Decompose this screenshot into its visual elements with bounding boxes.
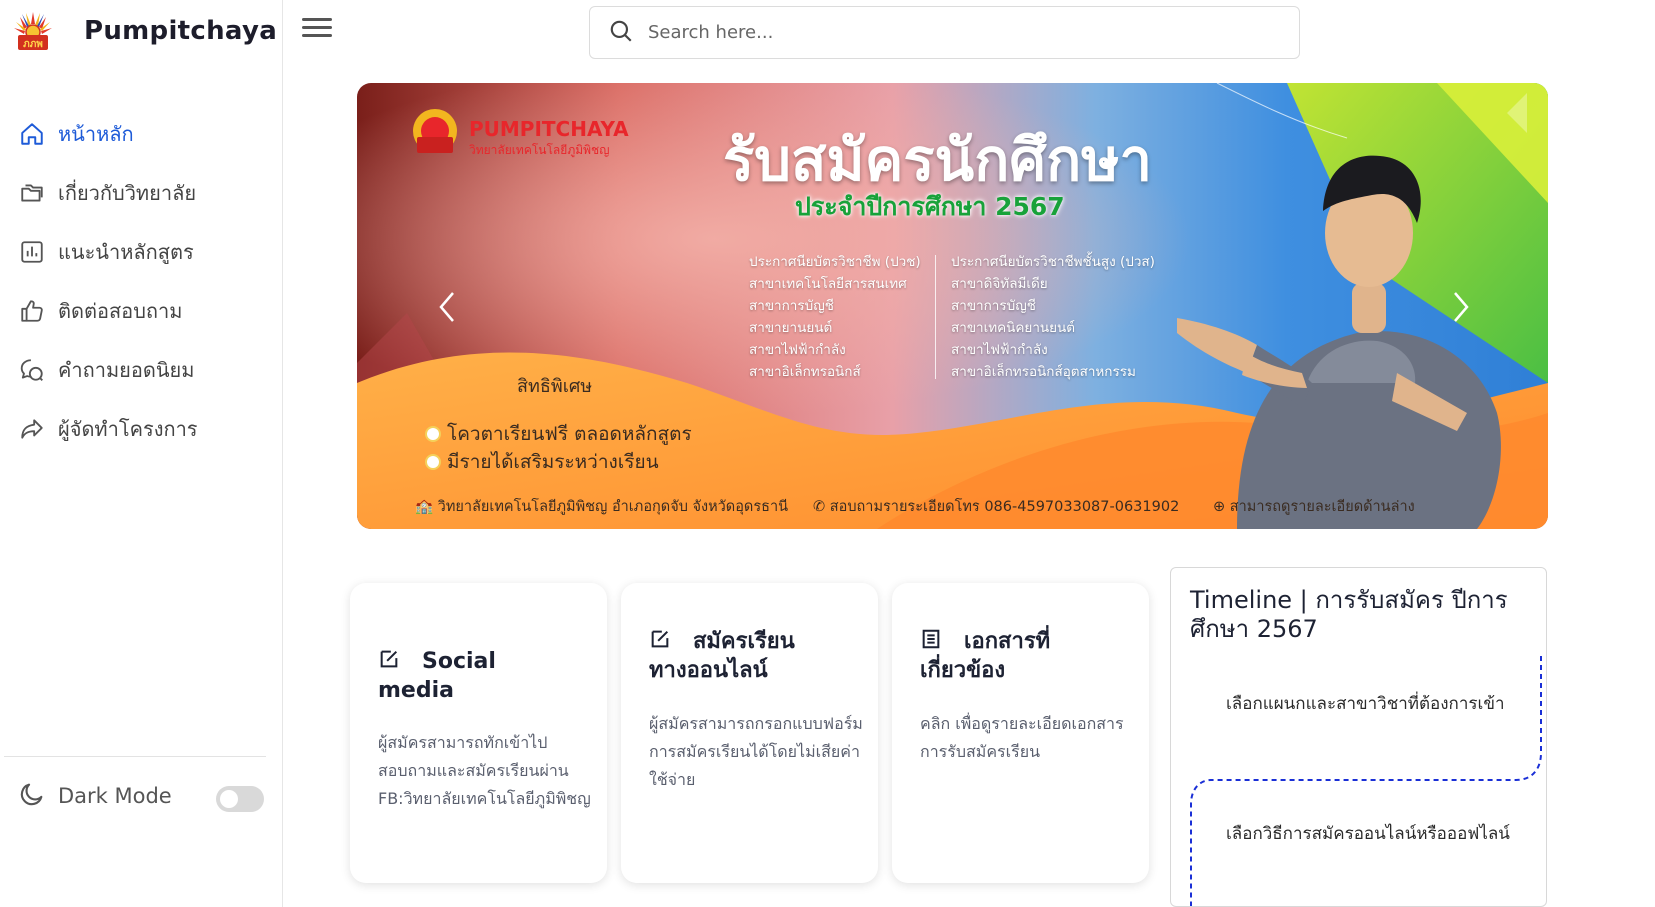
- dark-mode-toggle[interactable]: [216, 786, 264, 812]
- program-item: สาขาอิเล็กทรอนิกส์: [749, 364, 861, 380]
- sidebar-divider: [4, 756, 266, 757]
- card-title-line: Social: [422, 649, 496, 674]
- program-item: สาขาเทคนิคยานยนต์: [951, 320, 1076, 336]
- edit-icon: [380, 650, 398, 668]
- program-item: สาขาไฟฟ้ากำลัง: [749, 342, 846, 358]
- banner-subtitle: ประจำปีการศึกษา 2567: [795, 192, 1065, 221]
- card-description: ผู้สมัครสามารถทักเข้าไปสอบถามและสมัครเรี…: [378, 733, 591, 808]
- hero-banner: PUMPITCHAYA วิทยาลัยเทคโนโลยีภูมิพิชญ รั…: [357, 83, 1548, 529]
- address-text: วิทยาลัยเทคโนโลยีภูมิพิชญ อำเภอกุดจับ จั…: [437, 499, 789, 515]
- dark-mode-label: Dark Mode: [58, 784, 172, 808]
- document-icon: [922, 629, 940, 649]
- nav-item-home[interactable]: หน้าหลัก: [0, 104, 283, 163]
- hamburger-line: [302, 34, 332, 37]
- program-item: ประกาศนียบัตรวิชาชีพชั้นสูง (ปวส): [951, 254, 1155, 270]
- card-social-media[interactable]: Social media ผู้สมัครสามารถทักเข้าไปสอบถา…: [350, 583, 607, 883]
- moon-icon: [18, 780, 46, 812]
- svg-text:ภภพ: ภภพ: [23, 39, 43, 50]
- nav-item-label: ติดต่อสอบถาม: [58, 298, 183, 323]
- card-documents[interactable]: เอกสารที่เกี่ยวข้อง คลิก เพื่อดูรายละเอี…: [892, 583, 1149, 883]
- banner-more: ⊕ สามารถดูรายละเอียดด้านล่าง: [1213, 495, 1415, 518]
- bullet-icon: [427, 428, 439, 440]
- program-item: สาขาเทคโนโลยีสารสนเทศ: [749, 276, 907, 292]
- card-title: Social media: [378, 647, 496, 705]
- banner-column-divider: [935, 255, 936, 379]
- nav-item-label: หน้าหลัก: [58, 121, 134, 146]
- program-item: สาขาไฟฟ้ากำลัง: [951, 342, 1048, 358]
- globe-icon: ⊕: [1213, 499, 1230, 515]
- edit-icon: [651, 630, 669, 648]
- program-item: ประกาศนียบัตรวิชาชีพ (ปวช): [749, 254, 921, 270]
- banner-phone: ✆ สอบถามรายระเอียดโทร 086-4597033087-063…: [813, 495, 1179, 518]
- program-item: สาขาดิจิทัลมีเดีย: [951, 276, 1048, 292]
- nav-item-contact[interactable]: ติดต่อสอบถาม: [0, 281, 283, 340]
- hamburger-icon: [302, 18, 332, 21]
- nav-item-label: แนะนำหลักสูตร: [58, 239, 194, 264]
- timeline-step: เลือกแผนกและสาขาวิชาที่ต้องการเข้า: [1226, 694, 1505, 714]
- phone-icon: ✆: [813, 499, 830, 515]
- sidebar: ภภพ Pumpitchaya หน้าหลัก เกี่ยวกับวิทยาล…: [0, 0, 283, 907]
- main-nav: หน้าหลัก เกี่ยวกับวิทยาลัย แนะนำหลักสูตร…: [0, 104, 283, 458]
- search-bar: [589, 6, 1300, 59]
- timeline-connector: [1190, 656, 1542, 906]
- bullet-icon: [427, 456, 439, 468]
- privilege-text: มีรายได้เสริมระหว่างเรียน: [447, 451, 659, 473]
- card-online-apply[interactable]: สมัครเรียนทางออนไลน์ ผู้สมัครสามารถกรอกแ…: [621, 583, 878, 883]
- nav-item-courses[interactable]: แนะนำหลักสูตร: [0, 222, 283, 281]
- nav-item-about[interactable]: เกี่ยวกับวิทยาลัย: [0, 163, 283, 222]
- thumbs-up-icon: [18, 297, 46, 325]
- privilege-text: โควตาเรียนฟรี ตลอดหลักสูตร: [447, 423, 692, 445]
- chat-icon: [18, 356, 46, 384]
- chevron-left-icon: [439, 292, 454, 322]
- card-title: เอกสารที่เกี่ยวข้อง: [920, 627, 1050, 685]
- banner-brand: PUMPITCHAYA: [469, 117, 629, 141]
- banner-address: 🏫 วิทยาลัยเทคโนโลยีภูมิพิชญ อำเภอกุดจับ …: [415, 495, 788, 518]
- program-item: สาขายานยนต์: [749, 320, 833, 336]
- card-title-line: เกี่ยวข้อง: [920, 658, 1006, 683]
- nav-item-label: ผู้จัดทำโครงการ: [58, 416, 198, 441]
- banner-logo-icon: [413, 109, 457, 153]
- privilege-title: สิทธิพิเศษ: [517, 376, 593, 397]
- card-description: ผู้สมัครสามารถกรอกแบบฟอร์มการสมัครเรียนไ…: [649, 714, 863, 789]
- admission-timeline: Timeline | การรับสมัคร ปีการศึกษา 2567 เ…: [1170, 567, 1547, 907]
- chart-icon: [18, 238, 46, 266]
- card-title-line: ทางออนไลน์: [649, 658, 768, 683]
- nav-item-faq[interactable]: คำถามยอดนิยม: [0, 340, 283, 399]
- brand[interactable]: ภภพ Pumpitchaya: [10, 8, 277, 54]
- privilege-item: มีรายได้เสริมระหว่างเรียน: [427, 447, 659, 477]
- building-icon: 🏫: [415, 499, 438, 515]
- nav-item-label: เกี่ยวกับวิทยาลัย: [58, 180, 197, 205]
- banner-program-list-high-vocational: ประกาศนียบัตรวิชาชีพชั้นสูง (ปวส) สาขาดิ…: [951, 251, 1155, 383]
- search-input[interactable]: [648, 22, 1248, 43]
- dark-mode-row: Dark Mode: [18, 780, 268, 812]
- card-title-line: เอกสารที่: [964, 629, 1051, 654]
- college-emblem-icon: ภภพ: [14, 12, 52, 50]
- chevron-right-icon: [1454, 292, 1469, 322]
- banner-brand-sub: วิทยาลัยเทคโนโลยีภูมิพิชญ: [469, 143, 610, 157]
- card-description: คลิก เพื่อดูรายละเอียดเอกสารการรับสมัครเ…: [920, 714, 1124, 761]
- card-title-line: media: [378, 678, 454, 703]
- timeline-step: เลือกวิธีการสมัครออนไลน์หรือออฟไลน์: [1226, 824, 1510, 844]
- program-item: สาขาการบัญชี: [749, 298, 834, 314]
- phone-text: สอบถามรายระเอียดโทร 086-4597033087-06319…: [829, 499, 1180, 515]
- program-item: สาขาอิเล็กทรอนิกส์อุตสาหกรรม: [951, 364, 1136, 380]
- brand-name: Pumpitchaya: [84, 16, 278, 46]
- nav-item-label: คำถามยอดนิยม: [58, 357, 195, 382]
- banner-program-list-vocational: ประกาศนียบัตรวิชาชีพ (ปวช) สาขาเทคโนโลยี…: [749, 251, 921, 383]
- program-item: สาขาการบัญชี: [951, 298, 1036, 314]
- menu-toggle-button[interactable]: [302, 18, 332, 44]
- search-icon: [608, 18, 634, 48]
- nav-item-team[interactable]: ผู้จัดทำโครงการ: [0, 399, 283, 458]
- more-text: สามารถดูรายละเอียดด้านล่าง: [1229, 499, 1415, 515]
- card-title-line: สมัครเรียน: [693, 629, 795, 654]
- card-title: สมัครเรียนทางออนไลน์: [649, 627, 795, 685]
- folders-icon: [18, 179, 46, 207]
- home-icon: [18, 120, 46, 148]
- privilege-item: โควตาเรียนฟรี ตลอดหลักสูตร: [427, 419, 692, 449]
- hamburger-line: [302, 26, 332, 29]
- share-icon: [18, 415, 46, 443]
